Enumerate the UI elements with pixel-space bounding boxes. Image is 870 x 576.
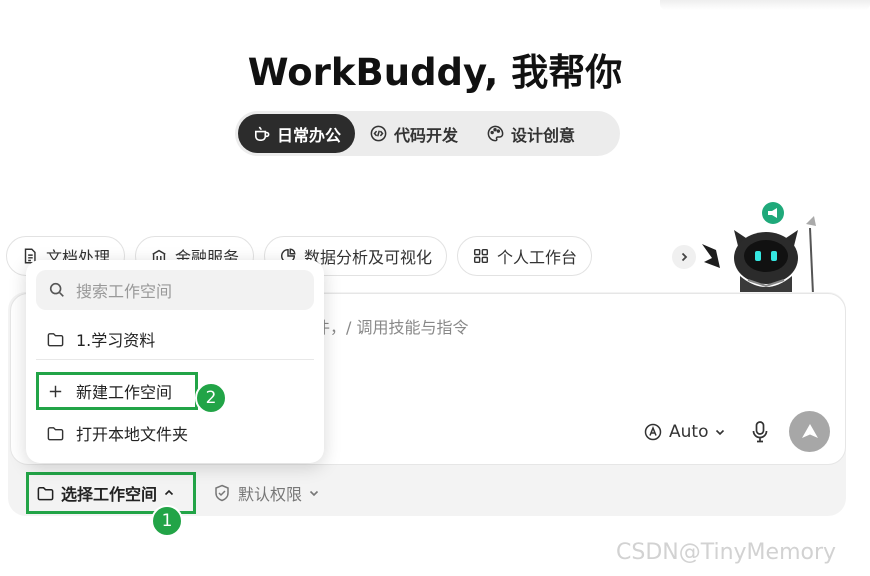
- search-placeholder: 搜索工作空间: [76, 282, 173, 301]
- tab-label: 日常办公: [277, 125, 342, 145]
- workspace-item-study[interactable]: 1.学习资料: [46, 326, 155, 352]
- chevron-up-icon: [164, 489, 174, 496]
- chip-personal-workspace[interactable]: 个人工作台: [457, 236, 593, 276]
- chevron-down-icon: [309, 490, 319, 497]
- workspace-select-label: 选择工作空间: [61, 485, 158, 504]
- chip-label: 个人工作台: [497, 248, 578, 267]
- chevron-right-icon: [681, 252, 688, 262]
- microphone-icon[interactable]: [750, 420, 770, 444]
- search-icon: [49, 282, 64, 297]
- workspace-dropdown: 搜索工作空间 1.学习资料 新建工作空间 打开本地文件夹: [26, 260, 324, 463]
- tab-label: 设计创意: [511, 125, 576, 145]
- auto-mode-icon: [644, 423, 662, 441]
- tab-design[interactable]: 设计创意: [472, 114, 589, 153]
- chevron-down-icon: [716, 429, 725, 436]
- palette-icon: [487, 125, 504, 142]
- plus-icon: [49, 385, 62, 397]
- page-title: WorkBuddy, 我帮你: [247, 51, 623, 94]
- tab-daily-office[interactable]: 日常办公: [238, 114, 356, 153]
- permission-select[interactable]: 默认权限: [212, 481, 320, 505]
- model-select[interactable]: Auto: [643, 420, 726, 444]
- folder-icon: [47, 332, 64, 346]
- tab-label: 代码开发: [394, 125, 459, 145]
- input-placeholder: 件，/ 调用技能与指令: [314, 318, 469, 337]
- annotation-badge-1: 1: [151, 505, 183, 537]
- mascot-image: [702, 202, 816, 294]
- workspace-item-label: 1.学习资料: [76, 331, 156, 350]
- send-button[interactable]: [789, 411, 830, 452]
- new-workspace-label: 新建工作空间: [76, 383, 173, 402]
- tab-code-dev[interactable]: 代码开发: [355, 114, 472, 153]
- permission-label: 默认权限: [238, 485, 303, 504]
- watermark: CSDN@TinyMemory: [616, 540, 837, 565]
- coffee-icon: [254, 126, 270, 141]
- shield-check-icon: [215, 484, 229, 502]
- mode-tabs: 日常办公 代码开发 设计创意: [235, 111, 620, 156]
- new-workspace-item[interactable]: 新建工作空间: [46, 378, 172, 404]
- top-bar-edge: [660, 0, 870, 10]
- folder-icon: [47, 426, 64, 440]
- open-local-folder-item[interactable]: 打开本地文件夹: [46, 420, 188, 446]
- arrow-up-icon: [801, 423, 818, 438]
- dropdown-divider: [36, 359, 314, 360]
- chips-next-button[interactable]: [672, 245, 696, 269]
- grid-icon: [474, 248, 489, 264]
- open-local-folder-label: 打开本地文件夹: [76, 425, 189, 444]
- workspace-search-input[interactable]: 搜索工作空间: [36, 270, 314, 310]
- annotation-badge-2: 2: [195, 382, 227, 414]
- code-icon: [370, 125, 387, 142]
- chip-label: 数据分析及可视化: [304, 248, 433, 267]
- model-label: Auto: [669, 422, 709, 442]
- folder-icon: [37, 486, 54, 500]
